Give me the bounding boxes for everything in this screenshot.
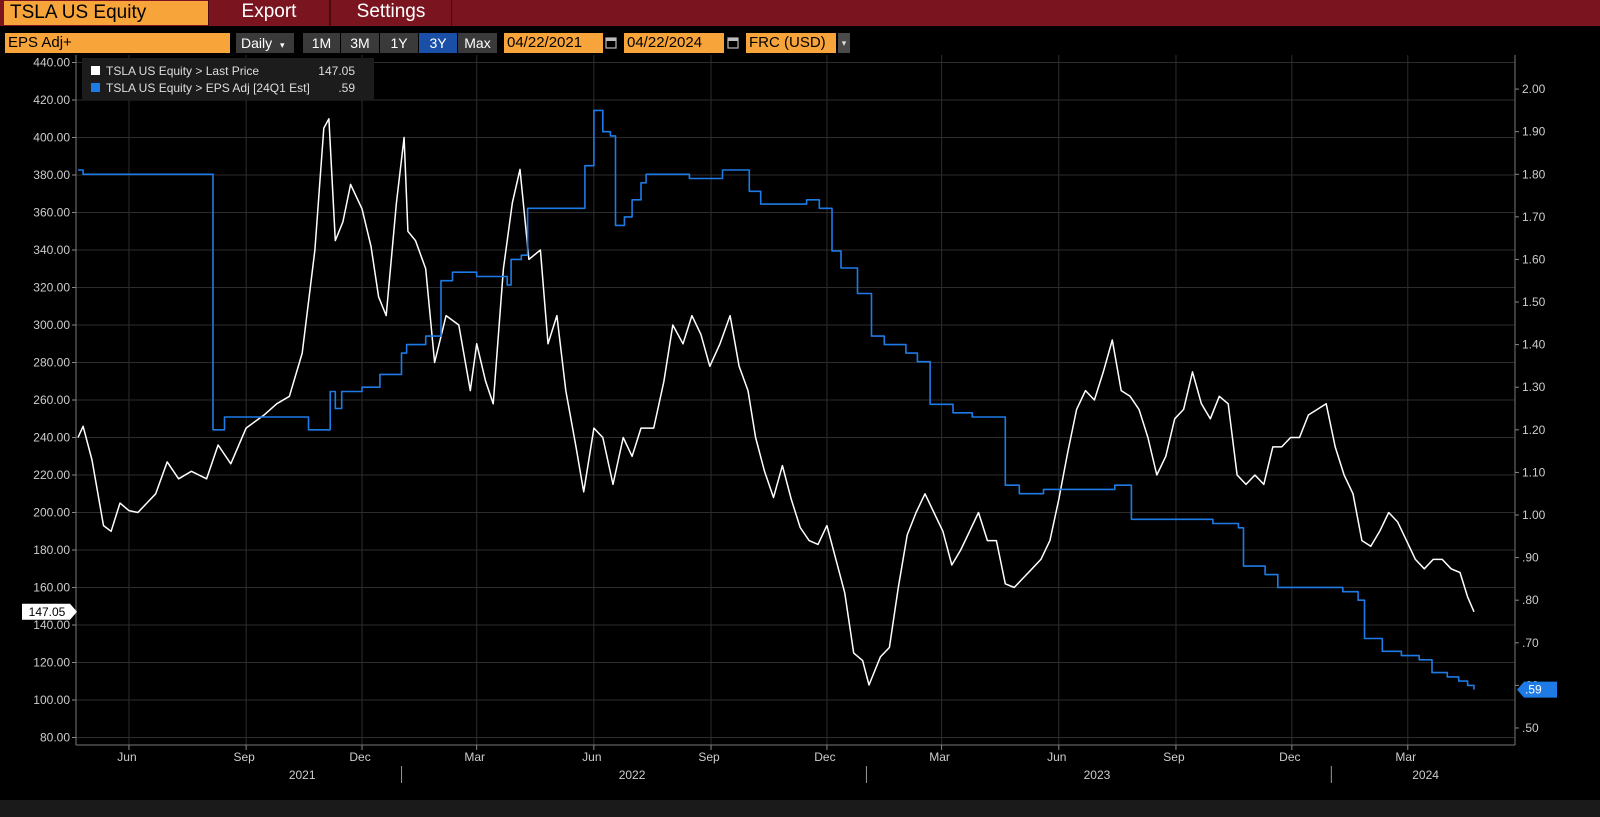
left-tick-label: 120.00 (33, 656, 70, 670)
x-tick-label: Sep (1163, 750, 1185, 764)
x-tick-label: Dec (814, 750, 835, 764)
legend-label-eps: TSLA US Equity > EPS Adj [24Q1 Est] (106, 81, 310, 95)
last-eps-tag-label: .59 (1525, 683, 1542, 697)
price-eps-chart: 440.00 420.00 400.00 380.00 360.00 340.00 320.… (0, 55, 1600, 800)
left-tick-label: 400.00 (33, 131, 70, 145)
right-tick-label: 1.00 (1522, 508, 1546, 522)
left-tick-label: 260.00 (33, 393, 70, 407)
x-year-label: 2024 (1412, 768, 1439, 782)
calendar-icon[interactable] (605, 36, 617, 49)
x-year-label: 2021 (289, 768, 316, 782)
left-axis: 440.00 420.00 400.00 380.00 360.00 340.00 320.… (33, 55, 77, 745)
right-tick-label: 1.60 (1522, 252, 1546, 266)
left-tick-label: 320.00 (33, 281, 70, 295)
last-price-tag-label: 147.05 (29, 605, 66, 619)
x-tick-label: Sep (698, 750, 720, 764)
start-date-input[interactable]: 04/22/2021 (504, 33, 603, 53)
chevron-down-icon[interactable]: ▾ (838, 33, 850, 53)
chart-toolbar: EPS Adj+ Daily ▾ 1M 3M 1Y 3Y Max 04/22/2… (0, 32, 1600, 54)
right-tick-label: 1.30 (1522, 380, 1546, 394)
export-menu[interactable]: Export (208, 0, 330, 26)
periodicity-label: Daily (241, 35, 273, 51)
left-tick-label: 240.00 (33, 431, 70, 445)
legend-label-price: TSLA US Equity > Last Price (106, 64, 259, 78)
x-tick-label: Mar (464, 750, 485, 764)
range-1m-button[interactable]: 1M (303, 33, 340, 53)
chevron-down-icon: ▾ (280, 40, 285, 50)
legend: TSLA US Equity > Last Price 147.05 TSLA … (82, 58, 374, 100)
calendar-icon[interactable] (727, 36, 739, 49)
last-value-tags: 147.05 .59 (22, 603, 1557, 698)
x-tick-label: Jun (582, 750, 601, 764)
left-tick-label: 140.00 (33, 618, 70, 632)
x-year-label: 2022 (619, 768, 646, 782)
top-menu-bar: TSLA US Equity Export Settings (0, 0, 1600, 26)
x-tick-label: Jun (1047, 750, 1066, 764)
x-tick-label: Sep (233, 750, 255, 764)
right-tick-label: .70 (1522, 636, 1539, 650)
x-axis: Jun Sep Dec Mar Jun Sep Dec Mar Jun Sep Dec Mar 2021… (76, 744, 1515, 783)
right-tick-label: 1.70 (1522, 210, 1546, 224)
right-tick-label: .80 (1522, 593, 1539, 607)
right-tick-label: 1.40 (1522, 338, 1546, 352)
left-tick-label: 340.00 (33, 243, 70, 257)
left-tick-label: 100.00 (33, 693, 70, 707)
range-3m-button[interactable]: 3M (341, 33, 379, 53)
x-year-label: 2023 (1084, 768, 1111, 782)
legend-swatch-price (91, 66, 100, 75)
right-tick-label: 1.50 (1522, 295, 1546, 309)
left-tick-label: 180.00 (33, 543, 70, 557)
left-tick-label: 420.00 (33, 93, 70, 107)
x-tick-label: Dec (349, 750, 370, 764)
periodicity-dropdown[interactable]: Daily ▾ (236, 33, 294, 53)
left-tick-label: 380.00 (33, 168, 70, 182)
left-tick-label: 300.00 (33, 318, 70, 332)
settings-menu[interactable]: Settings (330, 0, 452, 26)
right-tick-label: 1.20 (1522, 423, 1546, 437)
right-tick-label: .50 (1522, 721, 1539, 735)
legend-value-eps: .59 (338, 81, 355, 95)
legend-swatch-eps (91, 83, 100, 92)
range-max-button[interactable]: Max (458, 33, 497, 53)
grid (76, 55, 1515, 745)
x-tick-label: Dec (1279, 750, 1300, 764)
right-tick-label: .90 (1522, 551, 1539, 565)
x-tick-label: Mar (1395, 750, 1416, 764)
right-tick-label: 1.80 (1522, 167, 1546, 181)
range-3y-button[interactable]: 3Y (419, 33, 457, 53)
status-bar (0, 800, 1600, 817)
right-tick-label: 2.00 (1522, 82, 1546, 96)
left-tick-label: 80.00 (40, 731, 70, 745)
right-axis: 2.00 1.90 1.80 1.70 1.60 1.50 1.40 1.30 1.20 1.10… (1514, 55, 1546, 745)
x-tick-label: Mar (929, 750, 950, 764)
currency-dropdown[interactable]: FRC (USD) (746, 33, 836, 53)
right-tick-label: 1.90 (1522, 125, 1546, 139)
range-1y-button[interactable]: 1Y (380, 33, 418, 53)
left-tick-label: 160.00 (33, 581, 70, 595)
end-date-input[interactable]: 04/22/2024 (624, 33, 724, 53)
left-tick-label: 440.00 (33, 56, 70, 70)
left-tick-label: 280.00 (33, 356, 70, 370)
left-tick-label: 220.00 (33, 468, 70, 482)
legend-value-price: 147.05 (318, 64, 355, 78)
left-tick-label: 360.00 (33, 206, 70, 220)
left-tick-label: 200.00 (33, 506, 70, 520)
field-input[interactable]: EPS Adj+ (5, 33, 230, 53)
chart-svg: 440.00 420.00 400.00 380.00 360.00 340.00 320.… (22, 55, 1557, 783)
x-tick-label: Jun (117, 750, 136, 764)
security-field[interactable]: TSLA US Equity (4, 1, 208, 25)
right-tick-label: 1.10 (1522, 465, 1546, 479)
